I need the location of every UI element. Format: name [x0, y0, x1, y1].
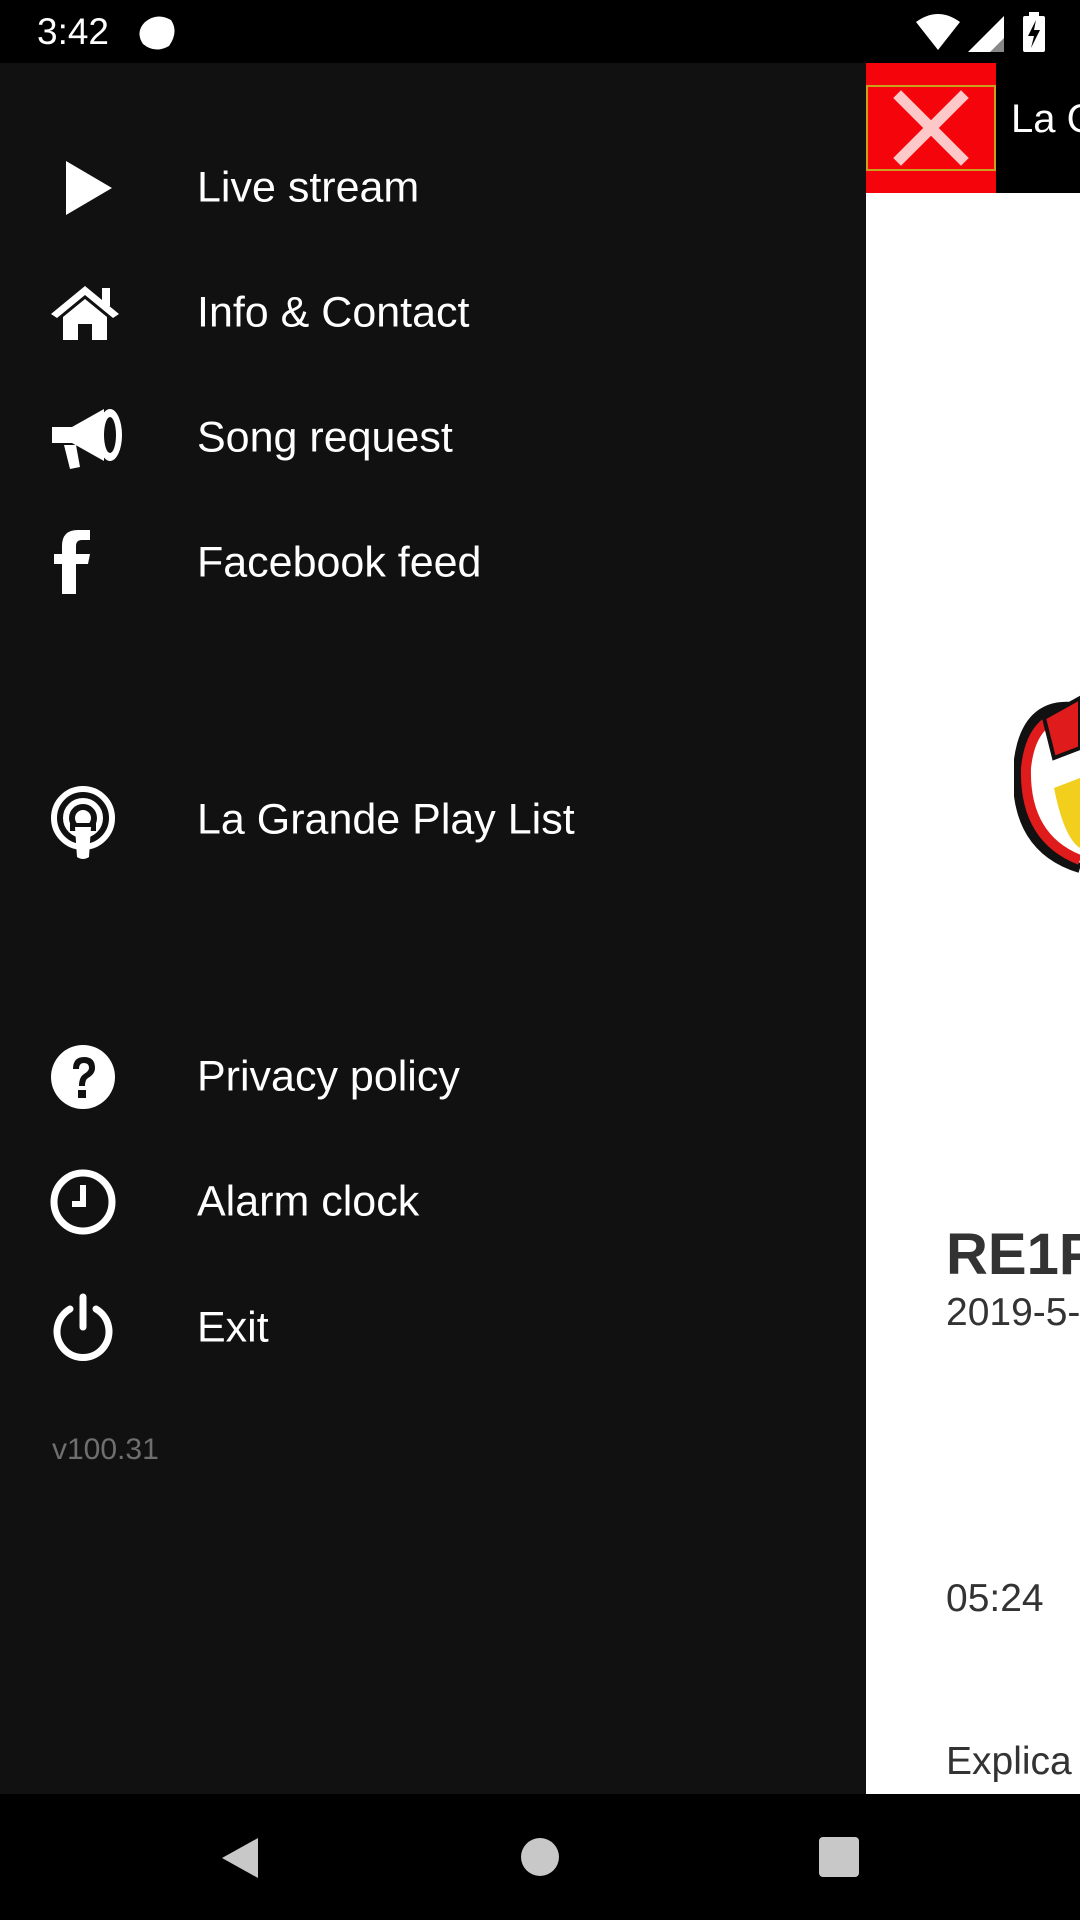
back-button[interactable]: [180, 1794, 300, 1920]
play-icon: [50, 153, 120, 223]
question-circle-icon: [50, 1042, 120, 1112]
podcast-icon: [50, 785, 120, 859]
menu-item-alarm-clock[interactable]: Alarm clock: [0, 1147, 866, 1257]
menu-item-info-contact[interactable]: Info & Contact: [0, 258, 866, 368]
home-circle-icon: [521, 1838, 559, 1876]
menu-item-facebook-feed[interactable]: Facebook feed: [0, 508, 866, 618]
app-title: La G: [1011, 97, 1080, 141]
menu-item-privacy-policy[interactable]: Privacy policy: [0, 1022, 866, 1132]
menu-item-label: Privacy policy: [197, 1052, 460, 1101]
signal-icon: [968, 16, 1004, 52]
recents-button[interactable]: [778, 1794, 898, 1920]
menu-item-label: La Grande Play List: [197, 795, 575, 844]
status-bar: 3:42: [0, 0, 1080, 63]
battery-charging-icon: [1023, 12, 1045, 52]
back-icon: [222, 1838, 258, 1878]
status-time: 3:42: [37, 11, 110, 52]
close-icon: [893, 90, 969, 166]
app-toolbar: La G: [866, 63, 1080, 193]
episode-title: RE1P: [946, 1222, 1080, 1287]
facebook-icon: [50, 528, 120, 598]
app-version: v100.31: [52, 1433, 159, 1466]
menu-item-song-request[interactable]: Song request: [0, 383, 866, 493]
home-icon: [50, 278, 120, 348]
menu-item-exit[interactable]: Exit: [0, 1273, 866, 1383]
background-app: La G RE1P 2019-5- 05:24 Explica Revanc 7…: [866, 63, 1080, 1794]
menu-item-label: Exit: [197, 1303, 269, 1352]
menu-item-label: Facebook feed: [197, 538, 482, 587]
episode-date: 2019-5-: [946, 1291, 1080, 1334]
clock-icon: [50, 1167, 120, 1237]
power-icon: [50, 1293, 120, 1363]
menu-item-label: Live stream: [197, 163, 420, 212]
home-button[interactable]: [480, 1794, 600, 1920]
episode-description: Explica Revanc 7 mins: [946, 1740, 1078, 1794]
menu-item-play-list[interactable]: La Grande Play List: [0, 765, 866, 875]
menu-item-label: Song request: [197, 413, 453, 462]
menu-item-label: Info & Contact: [197, 288, 470, 337]
wifi-icon: [916, 14, 960, 50]
menu-item-live-stream[interactable]: Live stream: [0, 133, 866, 243]
recents-square-icon: [819, 1837, 859, 1877]
megaphone-icon: [50, 403, 122, 473]
system-navigation-bar: [0, 1794, 1080, 1920]
episode-duration: 05:24: [946, 1577, 1044, 1620]
close-button[interactable]: [866, 63, 996, 193]
screen: 3:42 La G: [0, 0, 1080, 1920]
station-logo-icon: [1012, 638, 1080, 903]
navigation-drawer: Live stream Info & Contact Song request …: [0, 63, 866, 1794]
notification-blob-icon: [137, 14, 177, 57]
menu-item-label: Alarm clock: [197, 1177, 420, 1226]
